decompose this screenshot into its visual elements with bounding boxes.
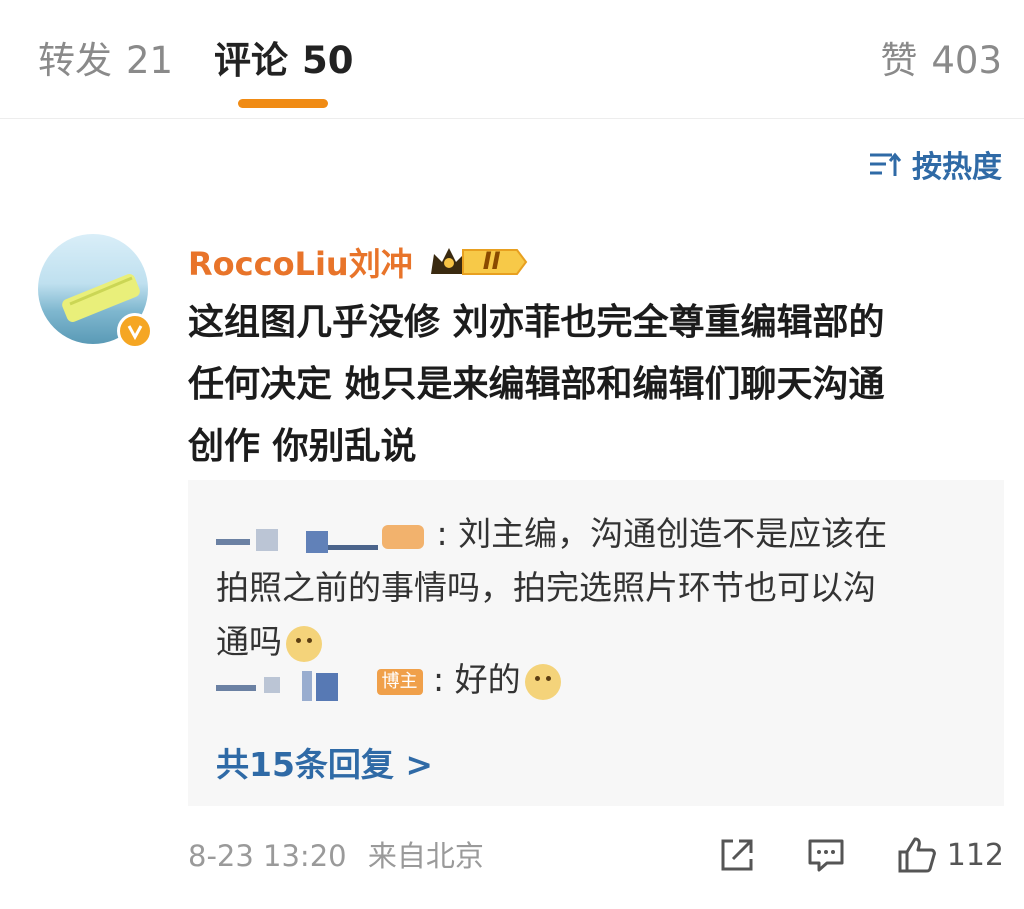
tab-bar: 转发 21 评论 50 赞 403 (0, 0, 1024, 119)
comment-line: 任何决定 她只是来编辑部和编辑们聊天沟通 (188, 364, 885, 405)
comment-time: 8-23 13:20 (188, 839, 347, 873)
blogger-tag: 博主 (376, 668, 423, 695)
reply-button[interactable] (807, 837, 845, 873)
verified-icon (117, 313, 153, 349)
share-button[interactable] (719, 837, 755, 873)
tab-repost[interactable]: 转发 21 (38, 38, 173, 84)
redacted-username-blur (216, 524, 424, 553)
tab-repost-label: 转发 (38, 39, 112, 82)
comment-author-row: RoccoLiu刘冲 II (188, 240, 529, 284)
comment-line: 这组图几乎没修 刘亦菲也完全尊重编辑部的 (188, 302, 885, 343)
active-tab-indicator (238, 99, 328, 108)
reply-text-line: 刘主编，沟通创造不是应该在 (458, 514, 888, 553)
tab-comment-label: 评论 (214, 39, 288, 82)
tab-like-label: 赞 (880, 39, 918, 82)
tab-like-count: 403 (931, 39, 1002, 82)
view-all-replies-link[interactable]: 共15条回复 > (216, 743, 433, 787)
member-badge[interactable]: II (429, 244, 529, 280)
reply-separator: : (433, 660, 445, 699)
thumbs-up-icon (898, 837, 936, 873)
tab-repost-count: 21 (126, 39, 174, 82)
comment-source: 来自北京 (367, 839, 484, 873)
reply-item[interactable]: : 刘主编，沟通创造不是应该在 拍照之前的事情吗，拍完选照片环节也可以沟 通吗 (216, 507, 976, 669)
tab-like[interactable]: 赞 403 (880, 38, 1002, 84)
comment-author-name[interactable]: RoccoLiu刘冲 (188, 239, 413, 285)
comment-actions: 112 (667, 830, 1004, 880)
sort-icon (870, 152, 902, 176)
like-button[interactable]: 112 (897, 836, 1004, 874)
redacted-username (216, 663, 366, 701)
verified-check (127, 325, 143, 341)
tab-comment-count: 50 (302, 39, 354, 82)
redacted-username-blur (216, 670, 338, 701)
tab-comment[interactable]: 评论 50 (214, 38, 354, 84)
crown-icon (430, 248, 527, 275)
redacted-username (216, 517, 426, 555)
reply-text-line: 拍照之前的事情吗，拍完选照片环节也可以沟 (216, 568, 876, 607)
reply-item[interactable]: 博主 : 好的 (216, 653, 976, 707)
sort-button[interactable]: 按热度 (868, 142, 1002, 186)
reply-preview-box[interactable]: : 刘主编，沟通创造不是应该在 拍照之前的事情吗，拍完选照片环节也可以沟 通吗 … (188, 480, 1004, 806)
doge-emoji-icon (524, 663, 561, 700)
member-badge-level: II (482, 247, 501, 275)
sort-label: 按热度 (912, 150, 1002, 185)
like-count: 112 (946, 837, 1004, 873)
comment-icon (808, 839, 844, 872)
comment-text: 这组图几乎没修 刘亦菲也完全尊重编辑部的 任何决定 她只是来编辑部和编辑们聊天沟… (188, 292, 988, 478)
comment-meta: 8-23 13:20 来自北京 (188, 834, 484, 878)
share-icon (721, 839, 753, 871)
comment-line: 创作 你别乱说 (188, 426, 417, 467)
reply-separator: : (436, 514, 448, 553)
reply-text: 好的 (454, 660, 521, 699)
